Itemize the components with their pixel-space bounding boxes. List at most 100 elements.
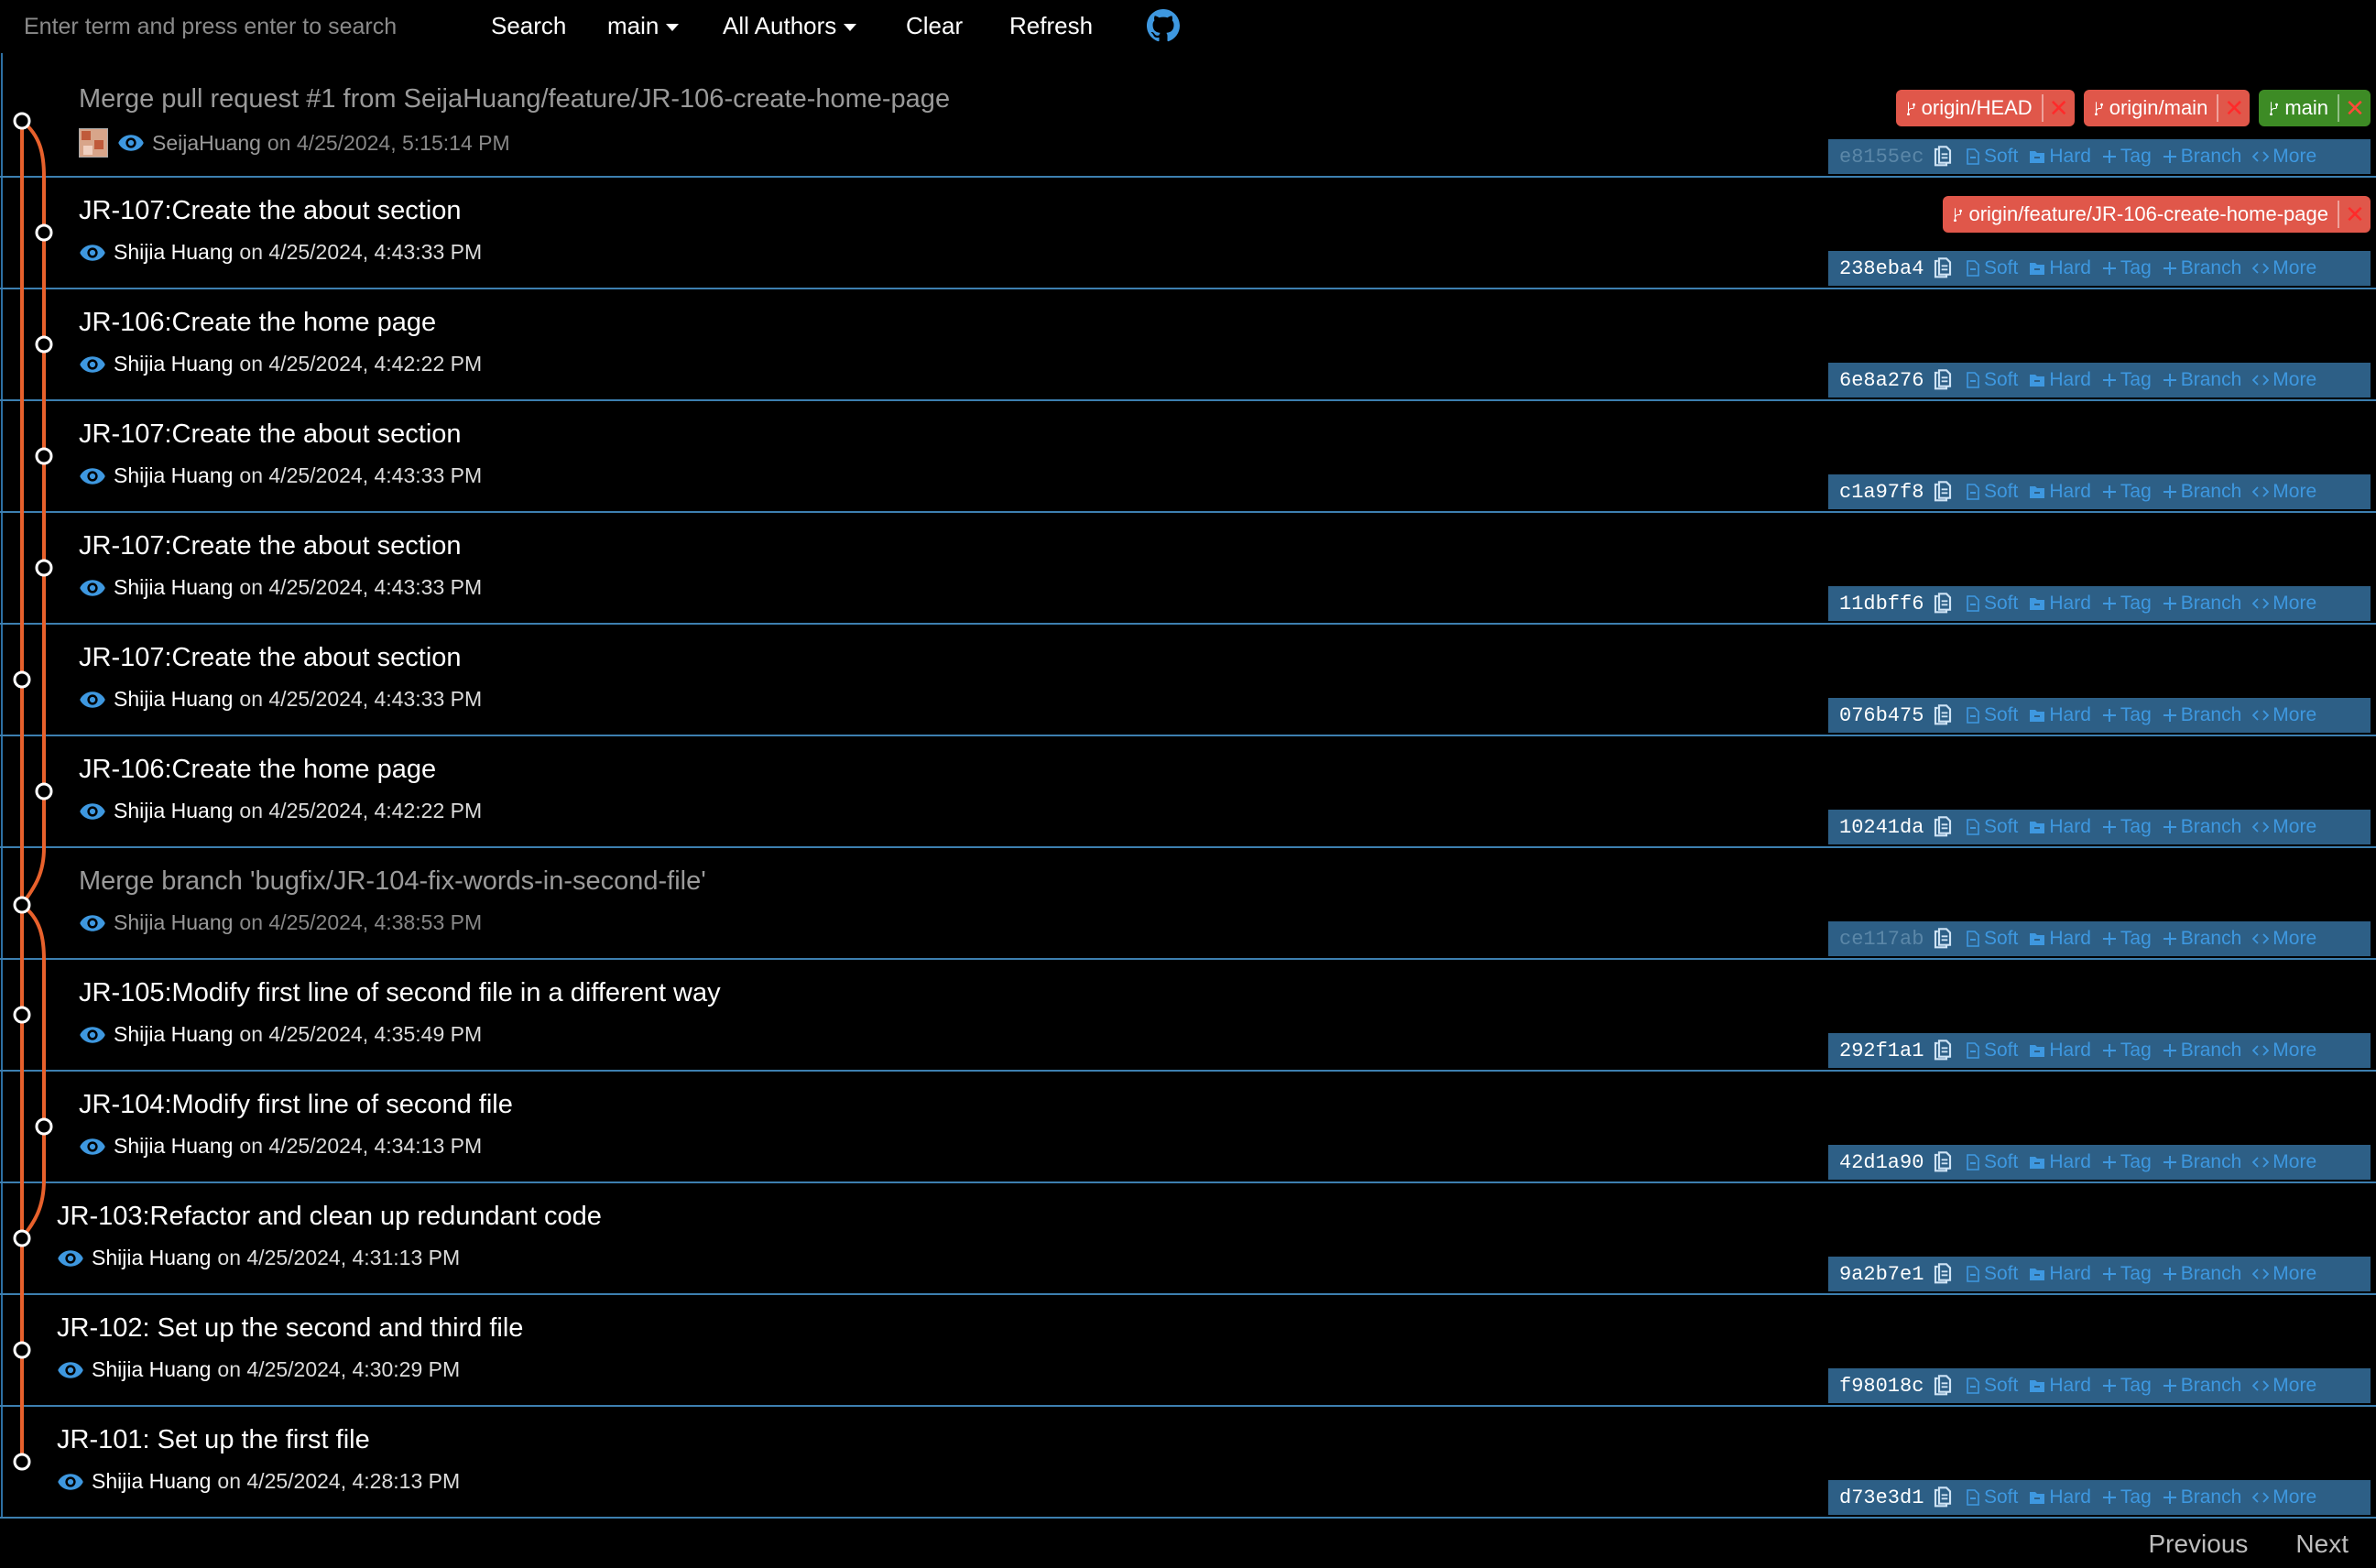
github-icon[interactable] [1147,9,1180,42]
eye-icon[interactable] [79,913,106,933]
search-input[interactable] [7,4,465,49]
commit-hash[interactable]: 6e8a276 [1839,369,1924,392]
hard-reset-button[interactable]: Hard [2029,369,2091,391]
copy-icon[interactable] [1933,704,1953,726]
add-branch-button[interactable]: Branch [2163,816,2241,838]
copy-icon[interactable] [1933,481,1953,503]
soft-reset-button[interactable]: Soft [1966,593,2018,615]
eye-icon[interactable] [79,1025,106,1045]
copy-icon[interactable] [1933,1375,1953,1397]
ref-badge[interactable]: origin/main ✕ [2083,90,2251,126]
add-branch-button[interactable]: Branch [2163,1486,2241,1508]
delete-ref-icon[interactable]: ✕ [2218,94,2250,123]
more-button[interactable]: More [2252,593,2316,615]
copy-icon[interactable] [1933,816,1953,838]
ref-badge[interactable]: main ✕ [2259,90,2371,126]
more-button[interactable]: More [2252,146,2316,168]
previous-button[interactable]: Previous [2148,1530,2248,1559]
commit-row[interactable]: Merge pull request #1 from SeijaHuang/fe… [0,64,2376,178]
clear-button[interactable]: Clear [906,9,963,42]
add-tag-button[interactable]: Tag [2102,593,2152,615]
add-branch-button[interactable]: Branch [2163,1151,2241,1173]
commit-hash[interactable]: f98018c [1839,1375,1924,1398]
eye-icon[interactable] [79,801,106,822]
eye-icon[interactable] [79,354,106,375]
commit-row[interactable]: JR-107:Create the about section Shijia H… [0,511,2376,625]
add-branch-button[interactable]: Branch [2163,704,2241,726]
add-branch-button[interactable]: Branch [2163,1263,2241,1285]
commit-row[interactable]: JR-106:Create the home page Shijia Huang… [0,288,2376,401]
commit-row[interactable]: JR-107:Create the about section Shijia H… [0,399,2376,513]
more-button[interactable]: More [2252,816,2316,838]
add-tag-button[interactable]: Tag [2102,704,2152,726]
commit-hash[interactable]: 10241da [1839,816,1924,839]
add-branch-button[interactable]: Branch [2163,369,2241,391]
next-button[interactable]: Next [2295,1530,2349,1559]
add-branch-button[interactable]: Branch [2163,928,2241,950]
soft-reset-button[interactable]: Soft [1966,146,2018,168]
eye-icon[interactable] [117,133,145,153]
eye-icon[interactable] [79,1137,106,1157]
add-tag-button[interactable]: Tag [2102,369,2152,391]
more-button[interactable]: More [2252,1263,2316,1285]
add-tag-button[interactable]: Tag [2102,1151,2152,1173]
delete-ref-icon[interactable]: ✕ [2339,201,2371,229]
hard-reset-button[interactable]: Hard [2029,1375,2091,1397]
commit-hash[interactable]: 9a2b7e1 [1839,1263,1924,1286]
add-tag-button[interactable]: Tag [2102,481,2152,503]
soft-reset-button[interactable]: Soft [1966,1486,2018,1508]
copy-icon[interactable] [1933,1151,1953,1173]
add-tag-button[interactable]: Tag [2102,1263,2152,1285]
add-tag-button[interactable]: Tag [2102,146,2152,168]
refresh-button[interactable]: Refresh [1009,9,1093,42]
commit-hash[interactable]: 238eba4 [1839,257,1924,280]
commit-row[interactable]: JR-106:Create the home page Shijia Huang… [0,735,2376,848]
authors-dropdown[interactable]: All Authors [723,9,857,42]
hard-reset-button[interactable]: Hard [2029,1486,2091,1508]
add-tag-button[interactable]: Tag [2102,257,2152,279]
eye-icon[interactable] [79,578,106,598]
add-branch-button[interactable]: Branch [2163,481,2241,503]
more-button[interactable]: More [2252,1151,2316,1173]
hard-reset-button[interactable]: Hard [2029,257,2091,279]
hard-reset-button[interactable]: Hard [2029,704,2091,726]
more-button[interactable]: More [2252,1040,2316,1062]
soft-reset-button[interactable]: Soft [1966,369,2018,391]
copy-icon[interactable] [1933,928,1953,950]
commit-row[interactable]: JR-101: Set up the first file Shijia Hua… [0,1405,2376,1519]
commit-hash[interactable]: 42d1a90 [1839,1151,1924,1174]
more-button[interactable]: More [2252,704,2316,726]
hard-reset-button[interactable]: Hard [2029,481,2091,503]
soft-reset-button[interactable]: Soft [1966,257,2018,279]
hard-reset-button[interactable]: Hard [2029,816,2091,838]
commit-row[interactable]: JR-104:Modify first line of second file … [0,1070,2376,1183]
soft-reset-button[interactable]: Soft [1966,928,2018,950]
hard-reset-button[interactable]: Hard [2029,928,2091,950]
ref-badge[interactable]: origin/HEAD ✕ [1895,90,2075,126]
more-button[interactable]: More [2252,257,2316,279]
hard-reset-button[interactable]: Hard [2029,146,2091,168]
delete-ref-icon[interactable]: ✕ [2044,94,2075,123]
more-button[interactable]: More [2252,1486,2316,1508]
eye-icon[interactable] [79,466,106,486]
commit-hash[interactable]: e8155ec [1839,146,1924,169]
soft-reset-button[interactable]: Soft [1966,1263,2018,1285]
commit-hash[interactable]: c1a97f8 [1839,481,1924,504]
hard-reset-button[interactable]: Hard [2029,1263,2091,1285]
add-branch-button[interactable]: Branch [2163,1040,2241,1062]
commit-row[interactable]: Merge branch 'bugfix/JR-104-fix-words-in… [0,846,2376,960]
copy-icon[interactable] [1933,1040,1953,1062]
eye-icon[interactable] [79,690,106,710]
soft-reset-button[interactable]: Soft [1966,1151,2018,1173]
add-branch-button[interactable]: Branch [2163,593,2241,615]
copy-icon[interactable] [1933,1486,1953,1508]
add-tag-button[interactable]: Tag [2102,1375,2152,1397]
hard-reset-button[interactable]: Hard [2029,593,2091,615]
copy-icon[interactable] [1933,257,1953,279]
soft-reset-button[interactable]: Soft [1966,816,2018,838]
copy-icon[interactable] [1933,1263,1953,1285]
add-tag-button[interactable]: Tag [2102,928,2152,950]
more-button[interactable]: More [2252,481,2316,503]
commit-hash[interactable]: d73e3d1 [1839,1486,1924,1509]
eye-icon[interactable] [79,243,106,263]
